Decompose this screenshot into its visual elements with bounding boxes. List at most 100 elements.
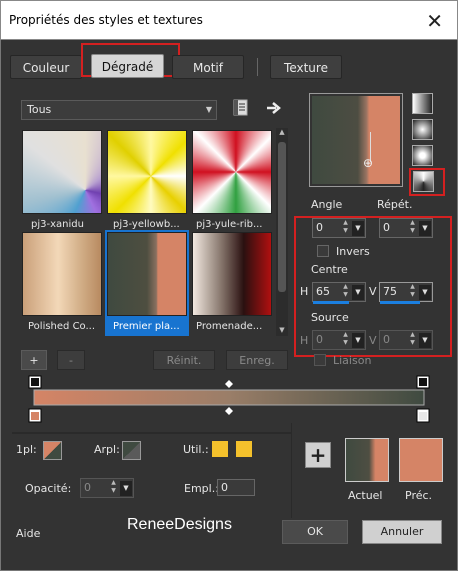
- radial-style-icon[interactable]: [412, 145, 433, 166]
- source-v-value: 0: [383, 333, 390, 346]
- ok-button[interactable]: OK: [282, 520, 348, 544]
- spin-arrows-icon[interactable]: ▲ ▼: [407, 283, 418, 301]
- category-value: Tous: [27, 103, 52, 116]
- tab-texture[interactable]: Texture: [270, 55, 342, 79]
- repeat-spinner[interactable]: 0 ▲ ▼ ▼: [379, 218, 433, 238]
- centre-v-slider[interactable]: [380, 301, 420, 304]
- centre-h-slider[interactable]: [313, 301, 349, 304]
- centre-label: Centre: [311, 263, 348, 276]
- gradient-label: pj3-yellowb...: [113, 219, 180, 230]
- current-swatch[interactable]: [345, 438, 389, 482]
- location-input[interactable]: 0: [217, 479, 255, 496]
- close-icon[interactable]: ✕: [426, 9, 443, 33]
- preview-fill: [312, 96, 400, 184]
- chevron-down-icon[interactable]: ▼: [352, 221, 364, 236]
- gradient-label: Premier pla...: [113, 321, 180, 332]
- chevron-down-icon[interactable]: ▼: [352, 285, 364, 300]
- gradient-thumb-promenade[interactable]: [192, 232, 272, 316]
- util-label: Util.:: [183, 443, 209, 456]
- save-gradient-button[interactable]: Enreg.: [226, 350, 288, 370]
- chevron-down-icon: ▼: [205, 105, 212, 114]
- color-stop-right-fill: [419, 412, 427, 420]
- gradient-thumb-xanidu[interactable]: [22, 130, 102, 214]
- centre-v-spinner[interactable]: 75 ▲ ▼ ▼: [379, 282, 433, 304]
- gradient-thumb-yule-rib[interactable]: [192, 130, 272, 214]
- fg-swatch[interactable]: [43, 441, 62, 460]
- invert-checkbox[interactable]: [317, 245, 329, 257]
- link-checkbox: [314, 354, 326, 366]
- source-h-label: H: [300, 334, 309, 347]
- tab-degrade[interactable]: Dégradé: [91, 54, 164, 78]
- scroll-thumb[interactable]: [278, 142, 286, 292]
- tab-couleur[interactable]: Couleur: [10, 55, 82, 79]
- reset-button[interactable]: Réinit.: [153, 350, 215, 370]
- gradient-label: Promenade...: [196, 321, 263, 332]
- source-v-spinner: 0 ▲ ▼ ▼: [379, 330, 433, 350]
- tab-motif[interactable]: Motif: [172, 55, 244, 79]
- spin-arrows-icon[interactable]: ▲ ▼: [340, 219, 351, 237]
- spin-arrows-icon[interactable]: ▲ ▼: [340, 283, 351, 301]
- gradient-bar: [33, 389, 425, 406]
- divider: [12, 432, 291, 434]
- centre-h-value: 65: [316, 285, 330, 298]
- previous-swatch[interactable]: [399, 438, 443, 482]
- opacity-stop-fill: [419, 378, 427, 386]
- spin-arrows-icon[interactable]: ▲ ▼: [407, 219, 418, 237]
- opacity-spinner[interactable]: 0 ▲ ▼ ▼: [80, 478, 134, 498]
- centre-h-label: H: [300, 285, 309, 298]
- chevron-down-icon: ▼: [352, 333, 364, 348]
- gradient-preview[interactable]: ⊕: [309, 93, 403, 187]
- spin-arrows-icon[interactable]: ▲ ▼: [108, 479, 119, 497]
- location-label: Empl.:: [184, 482, 219, 495]
- help-link[interactable]: Aide: [16, 527, 40, 540]
- util-swatch-2[interactable]: [236, 441, 252, 457]
- chevron-down-icon[interactable]: ▼: [120, 481, 132, 496]
- linear-style-icon[interactable]: [412, 93, 433, 114]
- util-swatch-1[interactable]: [212, 441, 228, 457]
- gradient-editor[interactable]: [28, 375, 434, 425]
- centre-v-value: 75: [383, 285, 397, 298]
- bg-swatch[interactable]: [122, 441, 141, 460]
- opacity-value: 0: [84, 481, 91, 494]
- spin-arrows-icon: ▲ ▼: [410, 331, 415, 346]
- arrow-right-icon[interactable]: [266, 100, 282, 116]
- scroll-down-icon[interactable]: ▼: [277, 326, 287, 336]
- gradient-thumb-premier-plan[interactable]: [107, 232, 187, 316]
- repeat-label: Répét.: [377, 198, 413, 211]
- gradient-thumb-polished[interactable]: [22, 232, 102, 316]
- rectangular-style-icon[interactable]: [412, 119, 433, 140]
- scroll-up-icon[interactable]: ▲: [277, 128, 287, 138]
- gradient-label: Polished Co...: [28, 321, 96, 332]
- open-folder-icon[interactable]: [233, 99, 249, 117]
- source-label: Source: [311, 311, 349, 324]
- color-midpoint: [225, 407, 233, 415]
- current-label: Actuel: [348, 489, 383, 502]
- angle-spinner[interactable]: 0 ▲ ▼ ▼: [312, 218, 366, 238]
- center-point-icon[interactable]: ⊕: [363, 156, 373, 170]
- bg-label: Arpl:: [94, 443, 120, 456]
- cancel-button[interactable]: Annuler: [362, 520, 442, 544]
- chevron-down-icon[interactable]: ▼: [419, 221, 431, 236]
- color-stop-left-fill: [31, 412, 39, 420]
- repeat-value: 0: [383, 221, 390, 234]
- angle-value: 0: [316, 221, 323, 234]
- opacity-stop-fill: [31, 378, 39, 386]
- category-select[interactable]: Tous ▼: [21, 100, 217, 120]
- opacity-label: Opacité:: [25, 482, 72, 495]
- thumb-scrollbar[interactable]: ▲ ▼: [276, 128, 288, 336]
- gradient-thumb-yellowb[interactable]: [107, 130, 187, 214]
- source-h-value: 0: [316, 333, 323, 346]
- remove-stop-button[interactable]: -: [57, 350, 85, 370]
- window-title: Propriétés des styles et textures: [9, 13, 203, 27]
- opacity-midpoint: [225, 380, 233, 388]
- add-to-util-button[interactable]: +: [305, 442, 331, 468]
- title-bar: Propriétés des styles et textures ✕: [0, 0, 458, 40]
- centre-h-spinner[interactable]: 65 ▲ ▼ ▼: [312, 282, 366, 304]
- watermark-text: ReneeDesigns: [127, 516, 232, 533]
- chevron-down-icon: ▼: [419, 333, 431, 348]
- add-stop-button[interactable]: +: [21, 350, 47, 370]
- sunburst-style-icon[interactable]: [413, 171, 434, 192]
- gradient-label: pj3-yule-rib...: [196, 219, 263, 230]
- spin-arrows-icon: ▲ ▼: [343, 331, 348, 346]
- chevron-down-icon[interactable]: ▼: [419, 285, 431, 300]
